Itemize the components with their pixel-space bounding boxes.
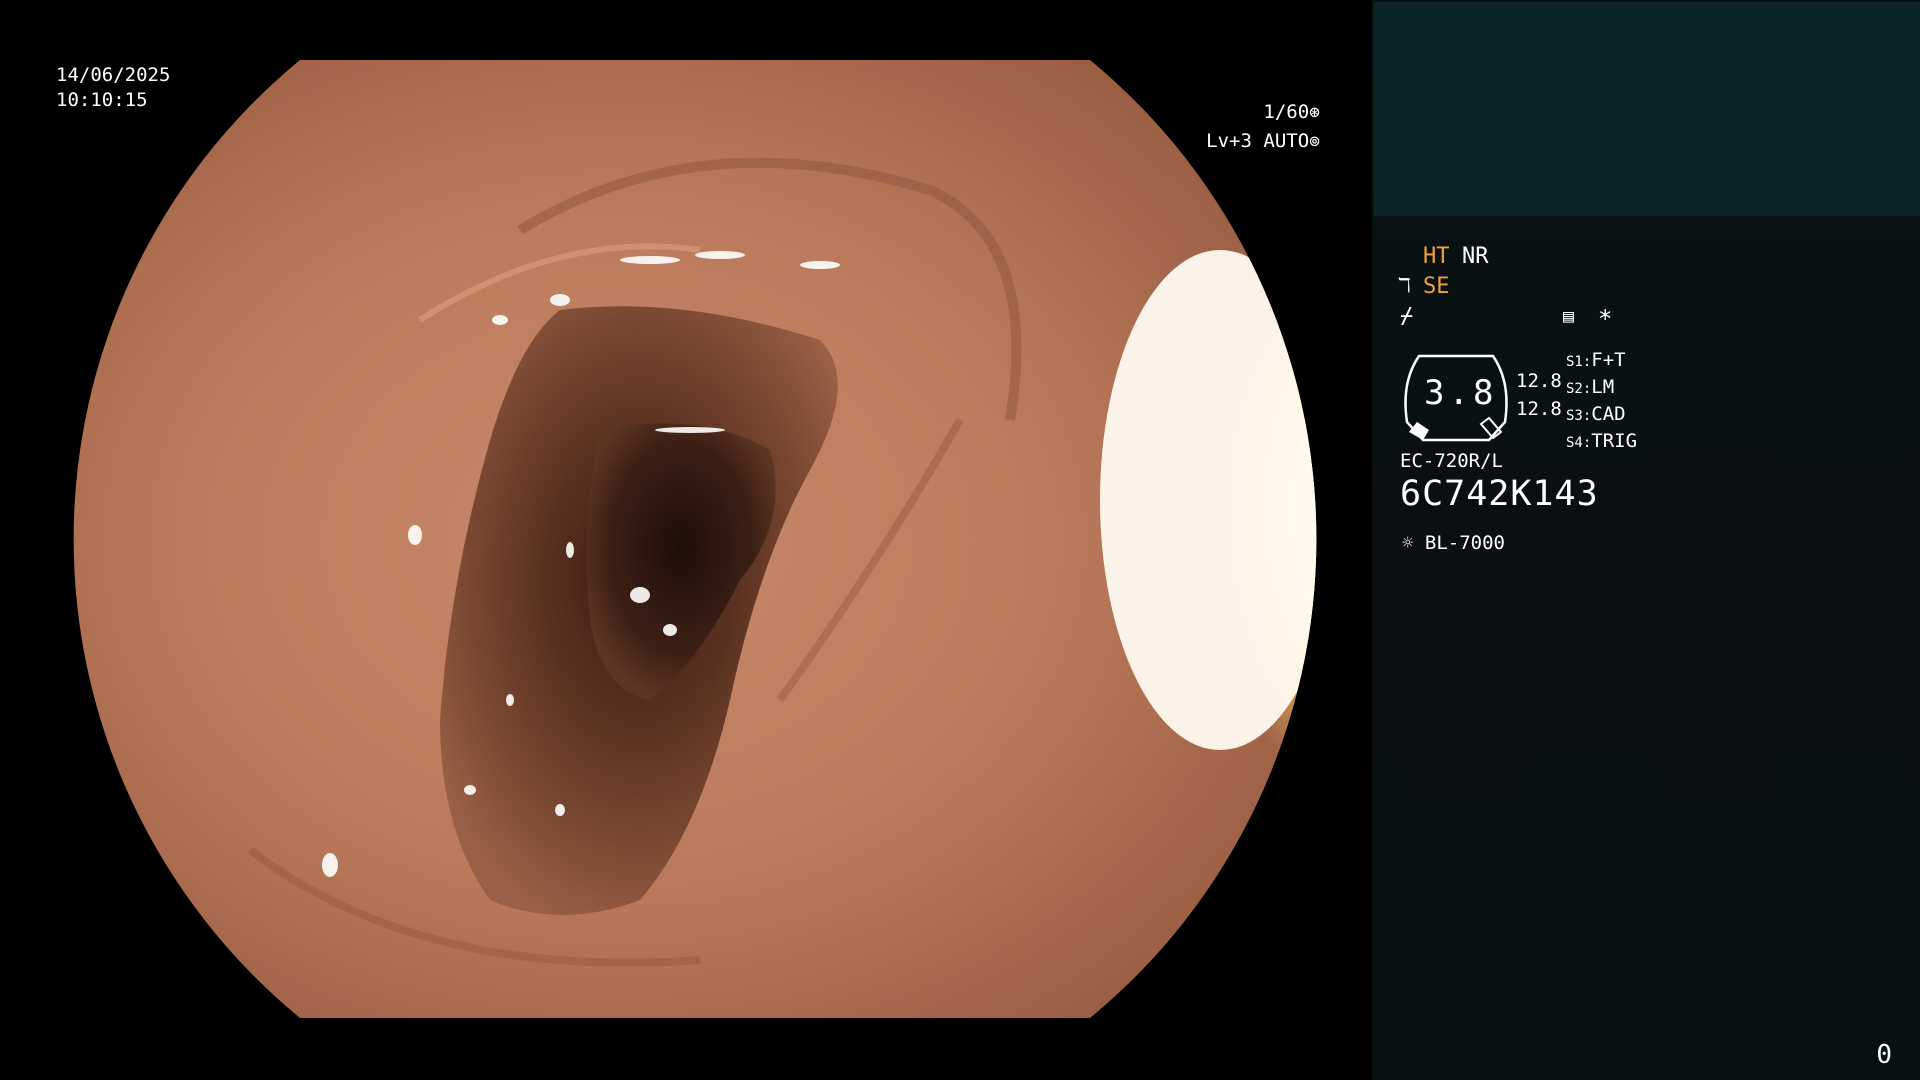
scope-model: EC-720R/L [1400,450,1503,472]
endoscope-video: 14/06/2025 10:10:15 1/60⊛ Lv+3 AUTO⊚ [0,0,1372,1080]
time-text: 10:10:15 [56,89,148,111]
date-text: 14/06/2025 [56,64,171,86]
brightness-level: Lv+3 [1206,130,1252,152]
gauge-side-bottom: 12.8 [1516,398,1562,420]
light-source: ☼ BL-7000 [1402,532,1505,554]
light-source-label: BL-7000 [1424,532,1505,554]
freeze-icon: ⌿ [1400,304,1414,329]
exposure-info: 1/60⊛ Lv+3 AUTO⊚ [1206,98,1320,156]
page-number: 0 [1876,1040,1892,1070]
light-icon: ☼ [1402,532,1414,554]
gauge-side-top: 12.8 [1516,370,1562,392]
iris-mode: AUTO [1263,130,1310,152]
zoom-value: 3.8 [1424,373,1498,413]
level-row: Lv+3 AUTO⊚ [1206,127,1320,156]
shutter-icon: ⊛ [1309,102,1320,123]
se-indicator: SE [1423,274,1450,299]
enhance-icon: ℸ [1398,273,1411,297]
switch-item: S3:CAD [1566,403,1626,425]
shutter-row: 1/60⊛ [1206,98,1320,127]
switch-list: S1:F+T S2:LM S3:CAD S4:TRIG [1566,348,1637,456]
switch-item: S4:TRIG [1566,430,1638,452]
scope-serial: 6C742K143 [1400,474,1599,514]
switch-item: S1:F+T [1566,349,1626,371]
info-panel-header [1374,2,1920,216]
switch-item: S2:LM [1566,376,1615,398]
nr-indicator: NR [1462,244,1489,269]
star-indicator: * [1598,305,1613,333]
menu-icon: ▤ [1563,306,1574,327]
ht-indicator: HT [1423,244,1450,269]
endoscopic-image [73,60,1317,1018]
shutter-speed: 1/60 [1263,101,1310,123]
iris-icon: ⊚ [1309,131,1320,152]
timestamp: 14/06/2025 10:10:15 [56,63,170,113]
